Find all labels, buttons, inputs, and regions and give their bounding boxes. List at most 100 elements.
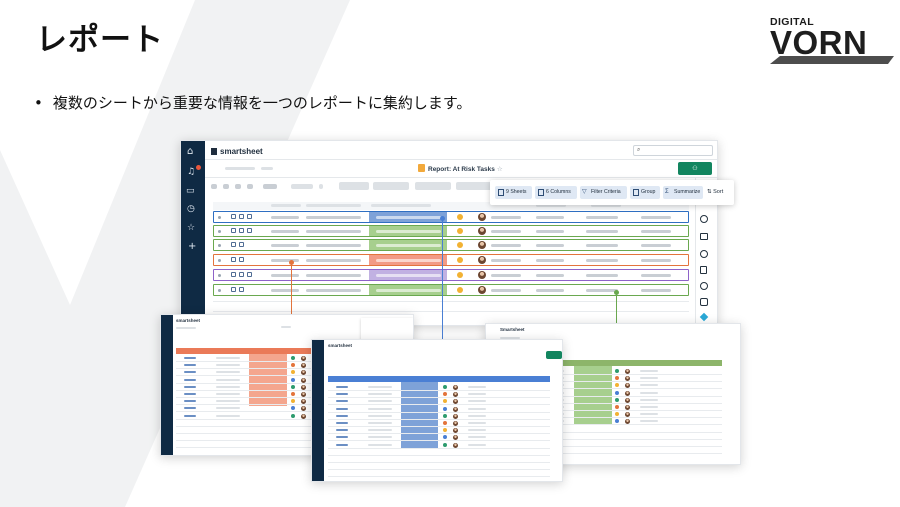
connector-dot: [440, 216, 445, 221]
cell-placeholder: [640, 377, 658, 380]
summarize-chip[interactable]: Σ Summarize: [663, 186, 703, 199]
row-indicator-icon: [336, 429, 348, 432]
row-indicator-icon: [184, 414, 196, 417]
cell-placeholder: [586, 244, 618, 247]
sheet-brand: smartsheet: [176, 318, 201, 323]
clock-icon[interactable]: ◷: [187, 204, 195, 214]
expand-arrow-icon: [218, 274, 221, 277]
cell-placeholder: [491, 274, 521, 277]
cell-placeholder: [491, 259, 521, 262]
status-dot: [457, 287, 463, 293]
slide-title: レポート: [36, 22, 164, 58]
row-indicator-icon: [184, 400, 196, 403]
sheet-row: [328, 440, 550, 442]
sort-button[interactable]: ⇅ Sort: [707, 186, 723, 199]
nav-rail: ⌂ ♫ ▭ ◷ ☆ +: [181, 141, 205, 325]
cell-placeholder: [368, 400, 392, 403]
row-indicator-icon: [184, 364, 196, 367]
status-dot: [615, 397, 619, 402]
cell-placeholder: [271, 244, 299, 247]
bell-icon[interactable]: ♫: [187, 167, 195, 177]
columns-chip[interactable]: 6 Columns: [535, 186, 577, 199]
report-icon: [418, 164, 425, 172]
row-indicator-icon: [239, 272, 244, 277]
cell-placeholder: [536, 289, 564, 292]
cell-placeholder: [216, 371, 240, 374]
row-indicator-icon: [231, 272, 236, 277]
document-icon[interactable]: [700, 266, 707, 274]
status-dot: [291, 377, 295, 382]
row-indicator-icon: [231, 242, 236, 247]
sigma-icon: Σ: [665, 189, 669, 195]
row-indicator-icon: [184, 378, 196, 381]
star-icon[interactable]: ☆: [187, 223, 195, 233]
cell-placeholder: [640, 384, 658, 387]
cell-placeholder: [368, 386, 392, 388]
avatar: [478, 213, 486, 221]
avatar: [301, 377, 306, 383]
link-icon[interactable]: [700, 215, 708, 223]
source-sheet-center: smartsheet: [311, 339, 563, 482]
status-dot: [615, 419, 619, 424]
row-indicator-icon: [184, 393, 196, 395]
cell-placeholder: [216, 385, 240, 388]
sheet-share-button[interactable]: [546, 351, 562, 359]
cell-placeholder: [306, 274, 361, 277]
row-indicator-icon: [336, 414, 348, 417]
cell-placeholder: [368, 436, 392, 439]
row-indicator-icon: [336, 400, 348, 403]
connector-dot: [289, 260, 294, 265]
cell-placeholder: [491, 289, 521, 292]
cell-placeholder: [376, 289, 441, 292]
row-indicator-icon: [184, 385, 196, 388]
sheet-row: [328, 418, 550, 420]
row-indicator-icon: [336, 436, 348, 439]
row-indicator-icon: [336, 393, 348, 396]
cell-placeholder: [640, 406, 658, 408]
avatar: [453, 421, 458, 426]
cell-placeholder: [271, 230, 299, 233]
cell-placeholder: [376, 274, 441, 277]
avatar: [301, 413, 306, 419]
cell-placeholder: [640, 420, 658, 423]
summary-icon[interactable]: [700, 282, 708, 290]
cell-placeholder: [306, 216, 361, 219]
cell-placeholder: [376, 216, 441, 219]
folder-icon[interactable]: ▭: [186, 186, 195, 196]
cell-placeholder: [376, 230, 441, 233]
avatar: [625, 397, 630, 403]
group-chip[interactable]: Group: [630, 186, 660, 199]
cell-placeholder: [586, 259, 618, 262]
expand-arrow-icon: [218, 259, 221, 262]
connector-blue: [442, 218, 444, 356]
cell-placeholder: [641, 230, 671, 233]
cell-placeholder: [216, 407, 240, 410]
avatar: [625, 390, 630, 396]
activity-icon[interactable]: [700, 250, 708, 258]
filter-criteria-chip[interactable]: ▽ Filter Criteria: [580, 186, 627, 199]
cell-placeholder: [216, 393, 240, 395]
nav-rail: [161, 315, 173, 455]
cell-placeholder: [641, 259, 671, 262]
forms-icon[interactable]: [700, 298, 708, 306]
smartsheet-brand: smartsheet: [211, 147, 263, 156]
favorite-star-icon[interactable]: ☆: [497, 166, 503, 173]
status-dot: [615, 369, 619, 373]
sheets-icon: [498, 189, 504, 196]
search-input[interactable]: ⌕: [633, 145, 713, 156]
notification-dot: [196, 165, 201, 170]
cell-placeholder: [271, 289, 299, 292]
share-button[interactable]: ⚇: [678, 162, 712, 175]
home-icon[interactable]: ⌂: [187, 146, 193, 157]
attachment-icon[interactable]: [700, 233, 708, 240]
avatar: [625, 369, 630, 374]
report-builder-toolbar: 9 Sheets 6 Columns ▽ Filter Criteria Grou…: [490, 180, 734, 205]
sheet-brand: Smartsheet: [500, 327, 525, 332]
plus-icon[interactable]: +: [188, 241, 196, 252]
sheets-chip[interactable]: 9 Sheets: [495, 186, 532, 199]
cell-placeholder: [376, 244, 441, 247]
cell-placeholder: [641, 274, 671, 277]
cell-placeholder: [468, 436, 486, 439]
empty-row: [213, 301, 689, 302]
cell-placeholder: [640, 413, 658, 416]
